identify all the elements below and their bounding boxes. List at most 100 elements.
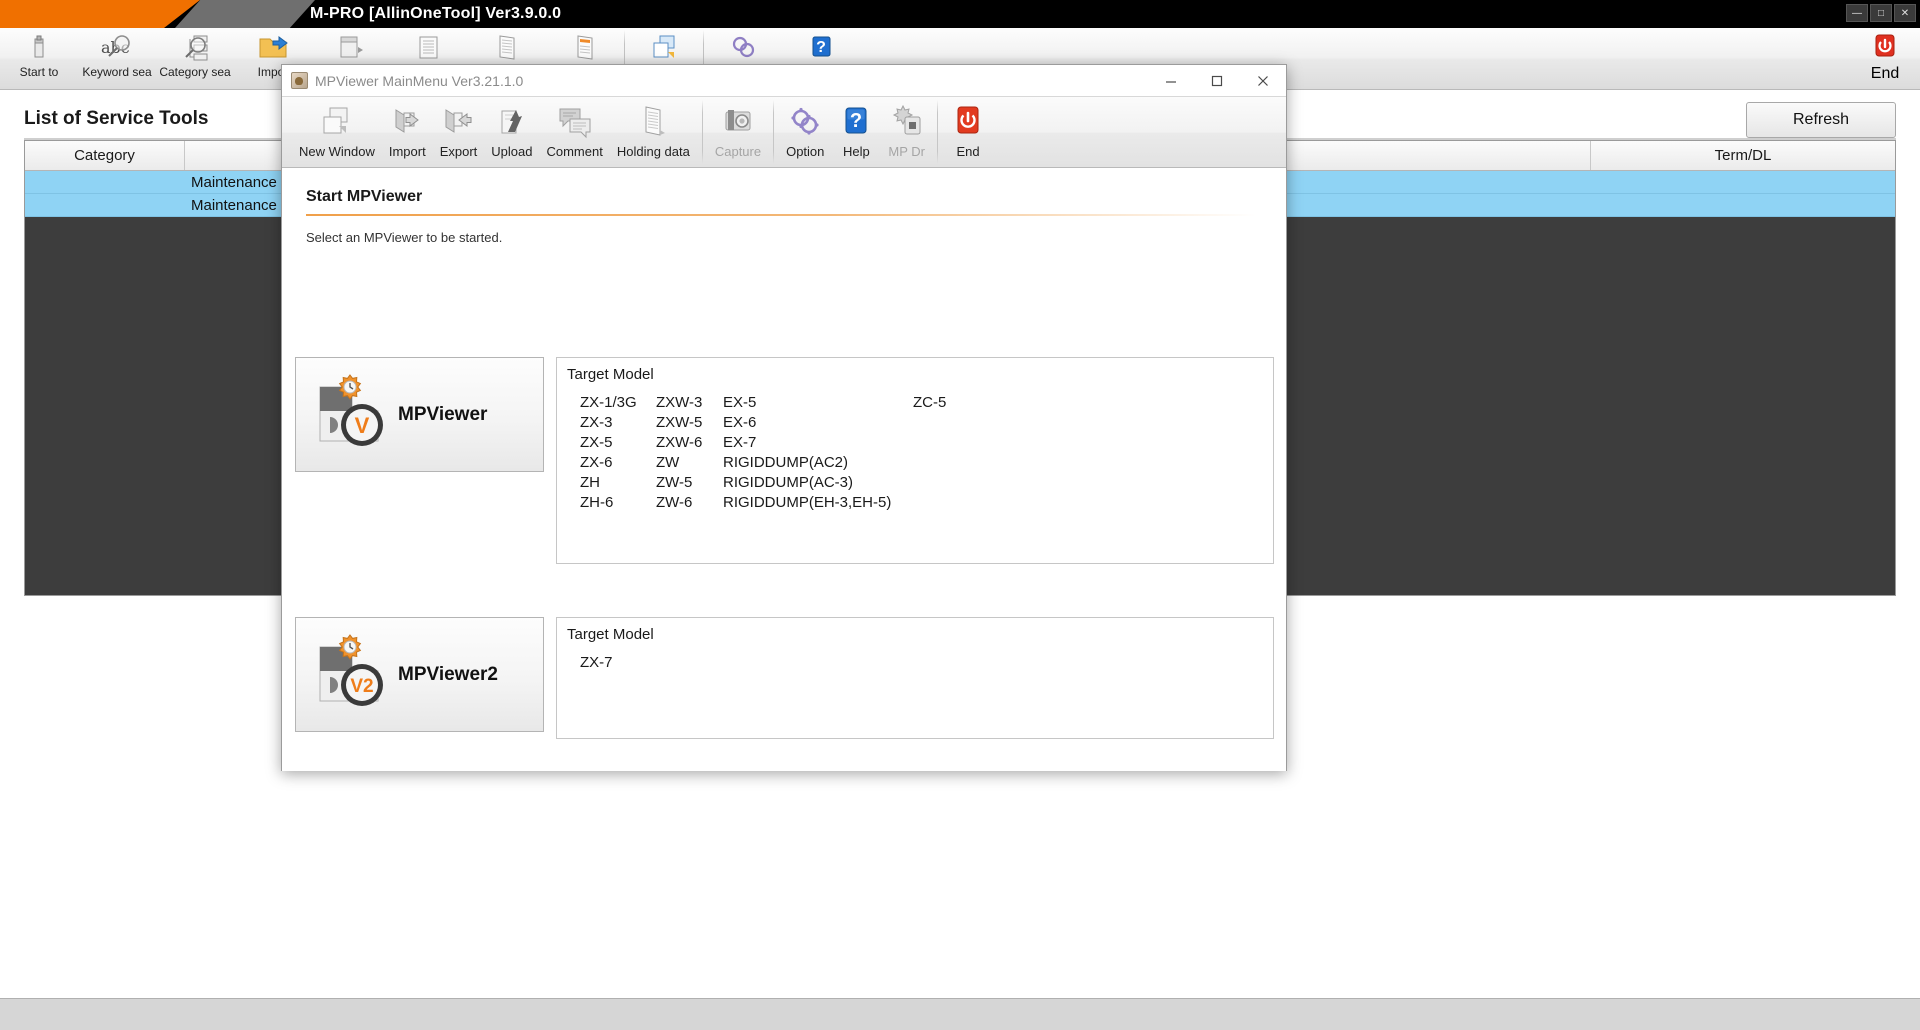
dialog-toolbar-new-window[interactable]: New Window — [292, 97, 382, 169]
mpviewer2-select-button[interactable]: V2 MPViewer2 — [295, 617, 544, 732]
toolbar-item-end[interactable]: End — [1850, 28, 1920, 90]
section-divider — [306, 214, 1256, 216]
brand-grey-shape — [175, 0, 315, 28]
model-cell: ZH — [580, 474, 656, 491]
start-icon — [26, 32, 52, 62]
dialog-close-button[interactable] — [1240, 65, 1286, 96]
dialog-toolbar-end[interactable]: End — [943, 97, 993, 169]
model-cell: ZX-5 — [580, 434, 656, 451]
holding-data-icon — [492, 32, 522, 62]
model-cell: ZXW-3 — [656, 394, 723, 411]
dialog-window-controls — [1148, 65, 1286, 96]
power-icon — [1871, 32, 1899, 65]
target-model-row: ZX-6 ZW RIGIDDUMP(AC2) — [580, 452, 1003, 472]
dialog-toolbar-capture[interactable]: Capture — [708, 97, 768, 169]
viewer-badge: V — [355, 413, 370, 438]
model-cell: ZXW-5 — [656, 414, 723, 431]
svg-text:?: ? — [850, 110, 862, 132]
dialog-minimize-button[interactable] — [1148, 65, 1194, 96]
close-button[interactable]: ✕ — [1894, 4, 1916, 22]
model-cell: ZX-3 — [580, 414, 656, 431]
capture-camera-icon — [721, 102, 755, 142]
section-heading: Start MPViewer — [306, 188, 422, 206]
model-cell: RIGIDDUMP(AC-3) — [723, 474, 913, 491]
mpviewer-icon: V — [310, 369, 396, 460]
dialog-toolbar-upload[interactable]: Upload — [484, 97, 539, 169]
dialog-title-bar: MPViewer MainMenu Ver3.21.1.0 — [282, 65, 1286, 96]
model-cell: ZW — [656, 454, 723, 471]
dialog-toolbar-holding-data[interactable]: Holding data — [610, 97, 697, 169]
toolbar-item-category-search[interactable]: Category sea — [156, 28, 234, 90]
main-window-controls: — □ ✕ — [1846, 2, 1916, 24]
target-model-row: ZX-3 ZXW-5 EX-6 — [580, 412, 1003, 432]
dialog-maximize-button[interactable] — [1194, 65, 1240, 96]
dialog-toolbar-label: Option — [786, 144, 824, 159]
status-strip — [0, 998, 1920, 1030]
dialog-toolbar-label: New Window — [299, 144, 375, 159]
help-question-icon: ? — [841, 102, 871, 142]
column-header-term-dl[interactable]: Term/DL — [1591, 141, 1895, 170]
new-window-icon — [320, 102, 354, 142]
mp-dr-icon — [890, 102, 924, 142]
target-model-grid: ZX-7 — [580, 652, 1003, 672]
target-model-row: ZX-1/3G ZXW-3 EX-5 ZC-5 — [580, 392, 1003, 412]
dialog-toolbar-comment[interactable]: Comment — [539, 97, 609, 169]
toolbar-item-keyword-search[interactable]: abc Keyword sea — [78, 28, 156, 90]
model-cell: RIGIDDUMP(AC2) — [723, 454, 913, 471]
export-icon — [441, 102, 475, 142]
cell-category — [25, 171, 185, 193]
model-cell: ZH-6 — [580, 494, 656, 511]
comment-icon — [556, 102, 594, 142]
option-gear-icon — [788, 102, 822, 142]
target-model-legend: Target Model — [567, 626, 654, 643]
target-model-row: ZH ZW-5 RIGIDDUMP(AC-3) — [580, 472, 1003, 492]
section-subtext: Select an MPViewer to be started. — [306, 230, 502, 245]
toolbar-label: End — [1871, 65, 1899, 83]
cell-category — [25, 194, 185, 216]
target-model-row: ZX-7 — [580, 652, 1003, 672]
keyword-search-icon: abc — [100, 32, 134, 62]
dialog-toolbar-import[interactable]: Import — [382, 97, 433, 169]
model-cell: ZW-6 — [656, 494, 723, 511]
maximize-button[interactable]: □ — [1870, 4, 1892, 22]
main-window-title: M-PRO [AllinOneTool] Ver3.9.0.0 — [310, 0, 561, 28]
dialog-toolbar-help[interactable]: ? Help — [831, 97, 881, 169]
app-icon — [291, 72, 308, 89]
model-cell: ZC-5 — [913, 394, 1003, 411]
model-cell: ZX-1/3G — [580, 394, 656, 411]
minimize-button[interactable]: — — [1846, 4, 1868, 22]
toolbar-item-start-to[interactable]: Start to — [0, 28, 78, 90]
cell-term-dl — [1591, 194, 1895, 216]
refresh-button[interactable]: Refresh — [1746, 102, 1896, 138]
model-cell: ZX-6 — [580, 454, 656, 471]
dialog-toolbar-separator — [773, 100, 774, 164]
model-cell: ZXW-6 — [656, 434, 723, 451]
dialog-toolbar-label: Upload — [491, 144, 532, 159]
column-header-category[interactable]: Category — [25, 141, 185, 170]
mpviewer2-icon: V2 — [310, 629, 396, 720]
model-cell: ZW-5 — [656, 474, 723, 491]
dialog-toolbar-label: Capture — [715, 144, 761, 159]
dialog-toolbar-mp-dr[interactable]: MP Dr — [881, 97, 932, 169]
dialog-toolbar-option[interactable]: Option — [779, 97, 831, 169]
model-cell: ZX-7 — [580, 654, 656, 671]
dialog-toolbar-export[interactable]: Export — [433, 97, 485, 169]
target-model-row: ZX-5 ZXW-6 EX-7 — [580, 432, 1003, 452]
mpviewer-select-button[interactable]: V MPViewer — [295, 357, 544, 472]
toolbar-label: Category sea — [159, 65, 230, 79]
dialog-toolbar-label: Comment — [546, 144, 602, 159]
dialog-toolbar-label: Help — [843, 144, 870, 159]
viewer2-badge: V2 — [350, 676, 373, 697]
import-icon — [390, 102, 424, 142]
model-cell: EX-5 — [723, 394, 913, 411]
dialog-toolbar-label: Export — [440, 144, 478, 159]
power-icon — [952, 102, 984, 142]
target-model-group-mpviewer2: Target Model ZX-7 — [556, 617, 1274, 739]
toolbar-label: Start to — [20, 65, 59, 79]
option-gear-icon — [728, 32, 758, 62]
target-model-row: ZH-6 ZW-6 RIGIDDUMP(EH-3,EH-5) — [580, 492, 1003, 512]
model-cell: RIGIDDUMP(EH-3,EH-5) — [723, 494, 913, 511]
window-copy-icon — [649, 32, 679, 62]
dialog-body: Start MPViewer Select an MPViewer to be … — [282, 168, 1286, 771]
dialog-toolbar-label: Holding data — [617, 144, 690, 159]
